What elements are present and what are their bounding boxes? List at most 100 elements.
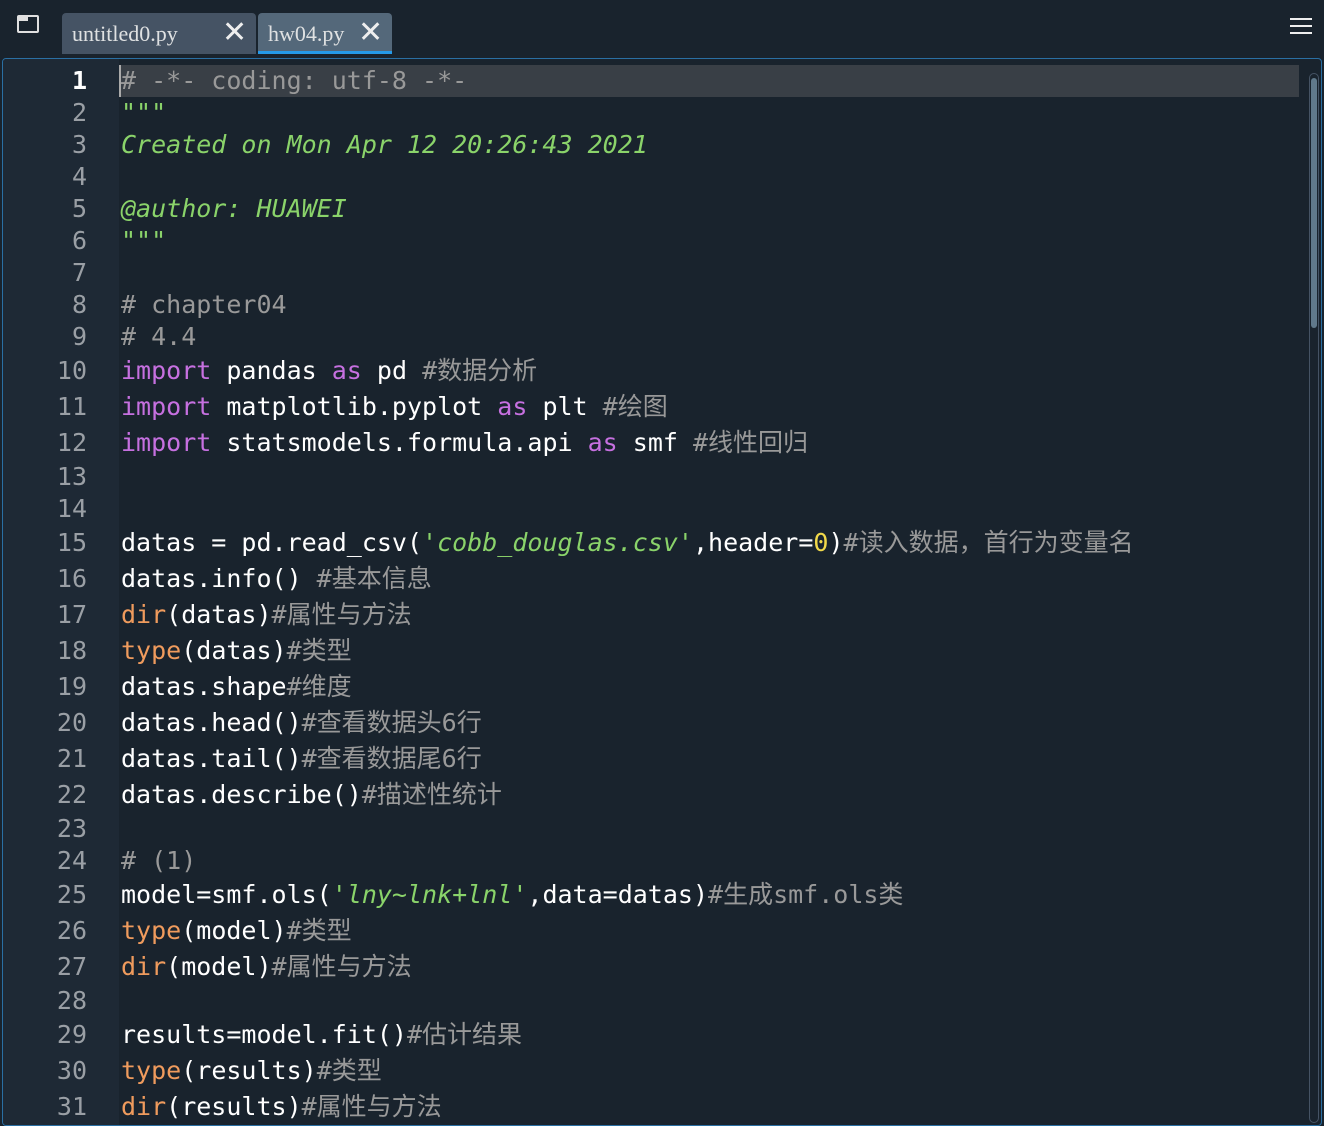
code-line[interactable]: 7 — [3, 257, 1303, 289]
code-line[interactable]: 24 # (1) — [3, 845, 1303, 877]
code-editor[interactable]: 1 # -*- coding: utf-8 -*- 2 """ 3 Created on … — [2, 58, 1322, 1126]
code-line[interactable]: 19 datas.shape#维度 — [3, 669, 1303, 705]
code-line[interactable]: 8 # chapter04 — [3, 289, 1303, 321]
token-str: 'lny~lnk+lnl' — [331, 880, 528, 909]
code-line[interactable]: 3 Created on Mon Apr 12 20:26:43 2021 — [3, 129, 1303, 161]
token-cm: # chapter04 — [121, 290, 287, 319]
code-line[interactable]: 12 import statsmodels.formula.api as smf … — [3, 425, 1303, 461]
token-pl: datas.tail() — [121, 744, 302, 773]
token-pl: (datas) — [181, 636, 287, 665]
line-number: 26 — [56, 916, 87, 945]
code-line[interactable]: 23 — [3, 813, 1303, 845]
line-number: 5 — [71, 194, 87, 223]
line-number: 19 — [56, 672, 87, 701]
code-line[interactable]: 25 model=smf.ols('lny~lnk+lnl',data=datas… — [3, 877, 1303, 913]
token-pl: datas.info() — [121, 564, 317, 593]
token-pl: datas = pd.read_csv( — [121, 528, 423, 557]
code-line[interactable]: 15 datas = pd.read_csv('cobb_douglas.csv'… — [3, 525, 1303, 561]
line-number: 2 — [71, 98, 87, 127]
code-line[interactable]: 27 dir(model)#属性与方法 — [3, 949, 1303, 985]
line-text: datas = pd.read_csv('cobb_douglas.csv',h… — [121, 525, 1134, 561]
line-text: Created on Mon Apr 12 20:26:43 2021 — [121, 129, 648, 161]
code-line[interactable]: 22 datas.describe()#描述性统计 — [3, 777, 1303, 813]
code-line[interactable]: 20 datas.head()#查看数据头6行 — [3, 705, 1303, 741]
code-line[interactable]: 29 results=model.fit()#估计结果 — [3, 1017, 1303, 1053]
code-line[interactable]: 11 import matplotlib.pyplot as plt #绘图 — [3, 389, 1303, 425]
line-text: datas.info() #基本信息 — [121, 561, 432, 597]
code-line[interactable]: 17 dir(datas)#属性与方法 — [3, 597, 1303, 633]
code-line[interactable]: 9 # 4.4 — [3, 321, 1303, 353]
window-icon[interactable] — [17, 15, 39, 33]
scrollbar-thumb[interactable] — [1311, 78, 1317, 328]
close-icon[interactable]: ✕ — [358, 15, 383, 50]
token-cm: #查看数据头6行 — [301, 708, 482, 737]
token-cm: #基本信息 — [316, 564, 432, 593]
code-line[interactable]: 6 """ — [3, 225, 1303, 257]
line-number: 7 — [71, 258, 87, 287]
token-pl: model=smf.ols( — [121, 880, 332, 909]
code-line[interactable]: 14 — [3, 493, 1303, 525]
token-cm: #估计结果 — [406, 1020, 523, 1049]
token-cm: #属性与方法 — [271, 600, 412, 629]
token-str: """ — [121, 226, 167, 255]
code-line[interactable]: 5 @author: HUAWEI — [3, 193, 1303, 225]
line-number: 30 — [56, 1056, 87, 1085]
line-text: @author: HUAWEI — [121, 193, 347, 225]
line-number: 4 — [71, 162, 87, 191]
code-area[interactable]: 1 # -*- coding: utf-8 -*- 2 """ 3 Created on … — [3, 65, 1303, 1125]
code-line[interactable]: 13 — [3, 461, 1303, 493]
line-number: 27 — [56, 952, 87, 981]
token-bi: type — [121, 636, 182, 665]
code-line[interactable]: 10 import pandas as pd #数据分析 — [3, 353, 1303, 389]
line-number: 18 — [56, 636, 87, 665]
line-text: # chapter04 — [121, 289, 287, 321]
line-text: datas.tail()#查看数据尾6行 — [121, 741, 482, 777]
line-number: 29 — [56, 1020, 87, 1049]
token-pl: pandas — [211, 356, 332, 385]
code-line[interactable]: 18 type(datas)#类型 — [3, 633, 1303, 669]
token-bi: dir — [121, 1092, 167, 1121]
tab-untitled0[interactable]: untitled0.py ✕ — [62, 13, 256, 54]
token-cm: #类型 — [286, 636, 352, 665]
hamburger-menu-icon[interactable] — [1290, 18, 1312, 39]
tab-hw04[interactable]: hw04.py ✕ — [258, 13, 392, 54]
code-line[interactable]: 28 — [3, 985, 1303, 1017]
line-number: 28 — [56, 986, 87, 1015]
code-line[interactable]: 2 """ — [3, 97, 1303, 129]
line-number: 14 — [56, 494, 87, 523]
code-line[interactable]: 1 # -*- coding: utf-8 -*- — [3, 65, 1303, 97]
token-kw: as — [587, 428, 618, 457]
line-text: type(model)#类型 — [121, 913, 352, 949]
tab-bar: untitled0.py ✕ hw04.py ✕ — [0, 0, 1324, 58]
token-cm: #属性与方法 — [271, 952, 412, 981]
line-number: 24 — [56, 846, 87, 875]
token-str: Created on Mon Apr 12 20:26:43 2021 — [121, 130, 648, 159]
token-cm: #类型 — [316, 1056, 382, 1085]
line-text: datas.head()#查看数据头6行 — [121, 705, 482, 741]
token-pl: pd — [361, 356, 423, 385]
code-line[interactable]: 30 type(results)#类型 — [3, 1053, 1303, 1089]
line-text: # 4.4 — [121, 321, 196, 353]
line-number: 13 — [56, 462, 87, 491]
line-number: 22 — [56, 780, 87, 809]
line-number: 11 — [56, 392, 87, 421]
token-cm: #生成smf.ols类 — [708, 880, 904, 909]
close-icon[interactable]: ✕ — [222, 15, 247, 50]
vertical-scrollbar[interactable] — [1309, 73, 1319, 1123]
code-line[interactable]: 31 dir(results)#属性与方法 — [3, 1089, 1303, 1125]
code-line[interactable]: 16 datas.info() #基本信息 — [3, 561, 1303, 597]
code-line[interactable]: 4 — [3, 161, 1303, 193]
token-bi: type — [121, 1056, 182, 1085]
token-cm: #维度 — [286, 672, 352, 701]
line-number: 23 — [56, 814, 87, 843]
token-str: """ — [121, 98, 167, 127]
line-number: 3 — [71, 130, 87, 159]
token-bi: dir — [121, 952, 167, 981]
tab-label: untitled0.py — [72, 21, 178, 46]
token-kw: import — [121, 428, 212, 457]
code-line[interactable]: 21 datas.tail()#查看数据尾6行 — [3, 741, 1303, 777]
line-text: datas.describe()#描述性统计 — [121, 777, 502, 813]
code-line[interactable]: 26 type(model)#类型 — [3, 913, 1303, 949]
token-cm: # (1) — [121, 846, 197, 875]
token-kw: as — [331, 356, 362, 385]
